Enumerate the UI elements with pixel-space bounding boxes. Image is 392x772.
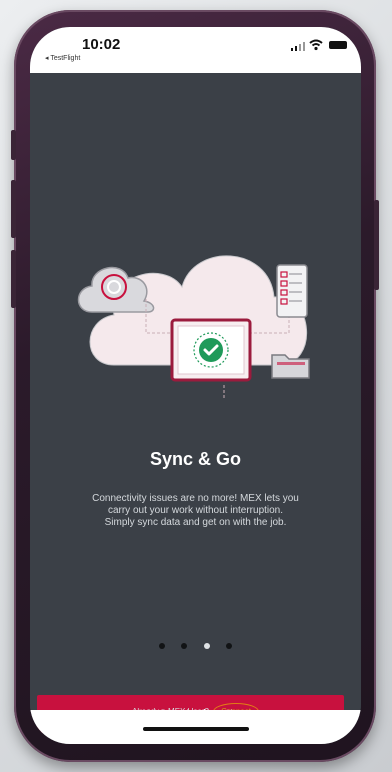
page-dot-1[interactable] xyxy=(158,643,165,649)
volume-down-button xyxy=(11,250,16,308)
onboarding-description: Connectivity issues are no more! MEX let… xyxy=(92,493,299,528)
page-dot-2[interactable] xyxy=(181,643,188,649)
home-bar-area xyxy=(30,710,361,744)
status-time: 10:02 xyxy=(82,36,121,53)
back-to-testflight-link[interactable]: ◂ TestFlight xyxy=(45,54,80,62)
phone-list-icon xyxy=(276,264,308,318)
battery-icon xyxy=(329,41,347,49)
volume-up-button xyxy=(11,180,16,238)
phone-screen: 10:02 ◂ TestFlight Sync & Go Connectivit… xyxy=(30,27,361,744)
onboarding-title: Sync & Go xyxy=(149,449,242,469)
status-bar: 10:02 ◂ TestFlight xyxy=(30,27,361,73)
sync-cloud-illustration xyxy=(77,255,310,400)
wifi-icon xyxy=(309,39,323,51)
side-button xyxy=(11,130,16,160)
onboarding-content: Sync & Go Connectivity issues are no mor… xyxy=(30,73,361,744)
home-indicator[interactable] xyxy=(143,727,249,731)
laptop-icon xyxy=(170,318,252,382)
cellular-signal-icon xyxy=(291,42,305,51)
page-dot-4[interactable] xyxy=(226,643,233,649)
page-dot-3-active[interactable] xyxy=(203,643,210,649)
folder-icon xyxy=(271,354,310,379)
pagination-dots[interactable] xyxy=(30,636,361,654)
power-button xyxy=(374,200,379,290)
